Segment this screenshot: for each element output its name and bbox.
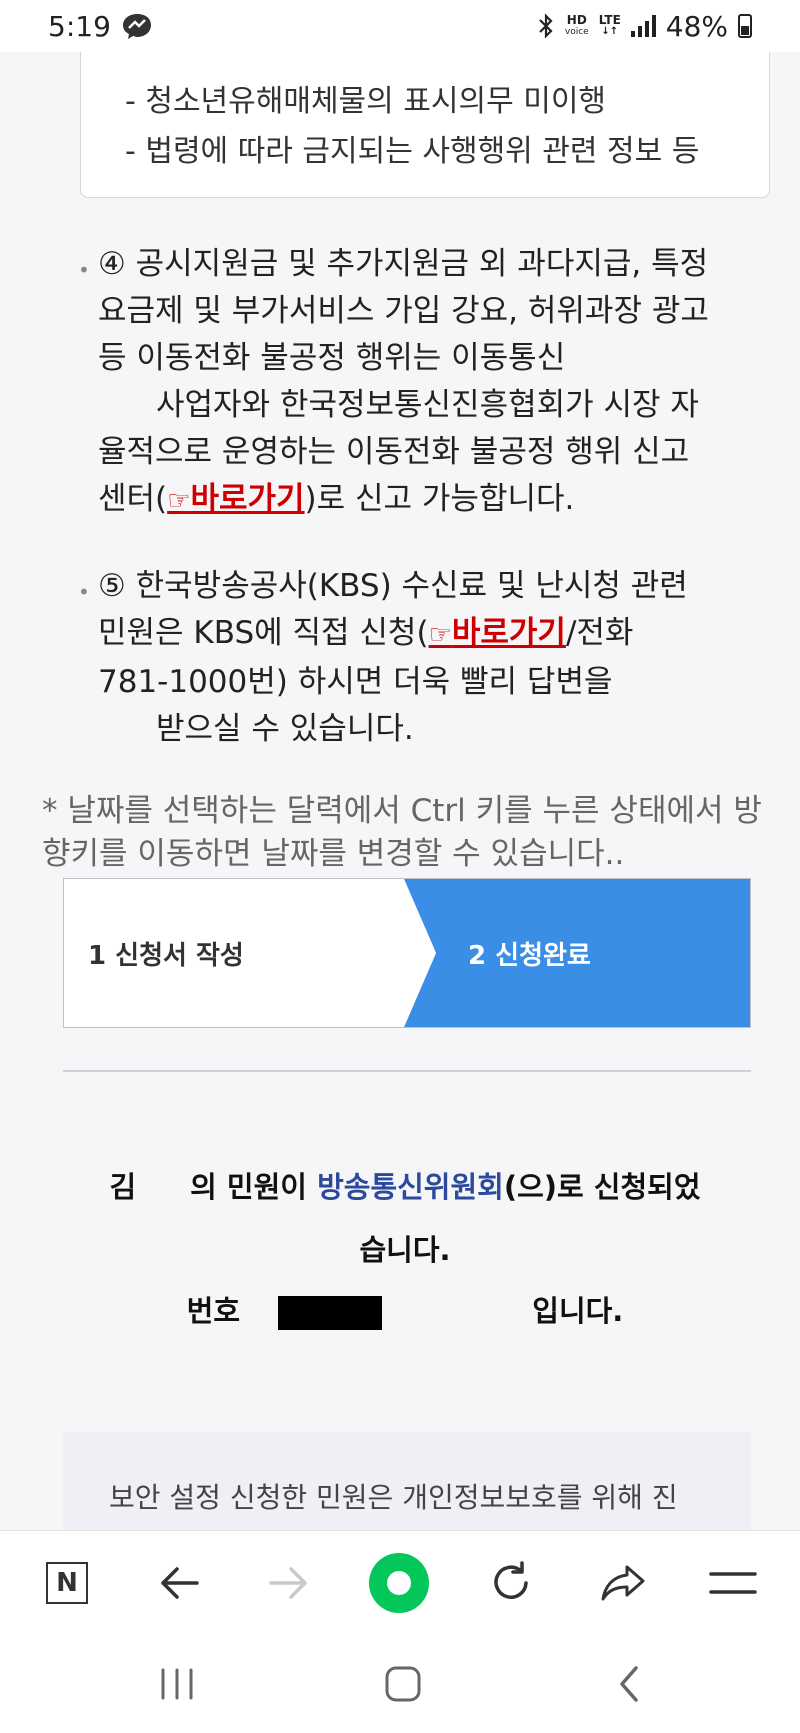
report-center-link[interactable]: ☞바로가기: [167, 481, 304, 517]
step-2-complete: 2 신청완료: [468, 940, 591, 971]
home-button[interactable]: [358, 1634, 448, 1733]
forward-arrow-icon: [269, 1567, 307, 1599]
guide-item-5: • ⑤ 한국방송공사(KBS) 수신료 및 난시청 관련 민원은 KBS에 직접…: [78, 568, 688, 747]
battery-icon: [738, 14, 752, 38]
system-back-icon: [620, 1665, 638, 1702]
menu-button[interactable]: [688, 1531, 778, 1635]
progress-steps: 1 신청서 작성 2 신청완료: [63, 878, 751, 1028]
messenger-icon: [122, 14, 151, 39]
hamburger-menu-icon: [709, 1572, 757, 1594]
bullet-icon: •: [78, 258, 90, 282]
browser-toolbar: N: [0, 1530, 800, 1634]
step-1-write: 1 신청서 작성: [88, 940, 244, 971]
naver-icon: N: [46, 1562, 88, 1604]
back-arrow-icon: [161, 1567, 199, 1599]
redacted-receipt-number: [278, 1296, 383, 1330]
receipt-number-line: 번호 입니다.: [186, 1294, 624, 1330]
pointing-hand-icon: ☞: [167, 486, 191, 516]
green-dot-icon: [369, 1553, 429, 1613]
refresh-button[interactable]: [466, 1531, 556, 1635]
notice-line: - 법령에 따라 금지되는 사행행위 관련 정보 등: [125, 134, 700, 169]
prohibited-info-box: - 청소년유해매체물의 표시의무 미이행 - 법령에 따라 금지되는 사행행위 …: [80, 52, 770, 198]
divider: [63, 1070, 751, 1072]
refresh-icon: [494, 1561, 528, 1599]
result-message: 김의 민원이 방송통신위원회(으)로 신청되었: [109, 1170, 701, 1204]
recent-apps-icon: [161, 1668, 193, 1699]
guide-item-4: • ④ 공시지원금 및 추가지원금 외 과다지급, 특정 요금제 및 부가서비스…: [78, 246, 709, 517]
green-dot-button[interactable]: [354, 1531, 444, 1635]
pointing-hand-icon: ☞: [428, 620, 452, 650]
page-content[interactable]: - 청소년유해매체물의 표시의무 미이행 - 법령에 따라 금지되는 사행행위 …: [0, 52, 800, 1530]
signal-icon: [630, 15, 656, 37]
share-button[interactable]: [578, 1531, 668, 1635]
agency-name: 방송통신위원회: [317, 1170, 504, 1204]
bluetooth-icon: [539, 13, 553, 39]
notice-line: - 청소년유해매체물의 표시의무 미이행: [125, 84, 607, 119]
status-bar: 5:19 HD voice LTE ↓↑ 48%: [0, 0, 800, 52]
recent-apps-button[interactable]: [132, 1634, 222, 1733]
result-message-2: 습니다.: [359, 1233, 451, 1267]
forward-button[interactable]: [244, 1531, 334, 1635]
status-time: 5:19: [48, 9, 111, 43]
home-icon: [385, 1666, 421, 1701]
hd-voice-indicator: HD voice: [564, 13, 589, 37]
naver-home-button[interactable]: N: [22, 1531, 112, 1635]
lte-indicator: LTE ↓↑: [598, 13, 621, 37]
system-back-button[interactable]: [584, 1634, 674, 1733]
back-button[interactable]: [134, 1531, 224, 1635]
system-nav-bar: [0, 1634, 800, 1733]
battery-percent: 48%: [665, 9, 728, 43]
security-notice: 보안 설정 신청한 민원은 개인정보보호를 위해 진: [63, 1432, 751, 1530]
calendar-hint: * 날짜를 선택하는 달력에서 Ctrl 키를 누른 상태에서 방향키를 이동하…: [42, 793, 762, 872]
bullet-icon: •: [78, 580, 90, 604]
redacted-name: [136, 1174, 191, 1204]
kbs-link[interactable]: ☞바로가기: [429, 615, 566, 651]
share-icon: [601, 1565, 645, 1601]
